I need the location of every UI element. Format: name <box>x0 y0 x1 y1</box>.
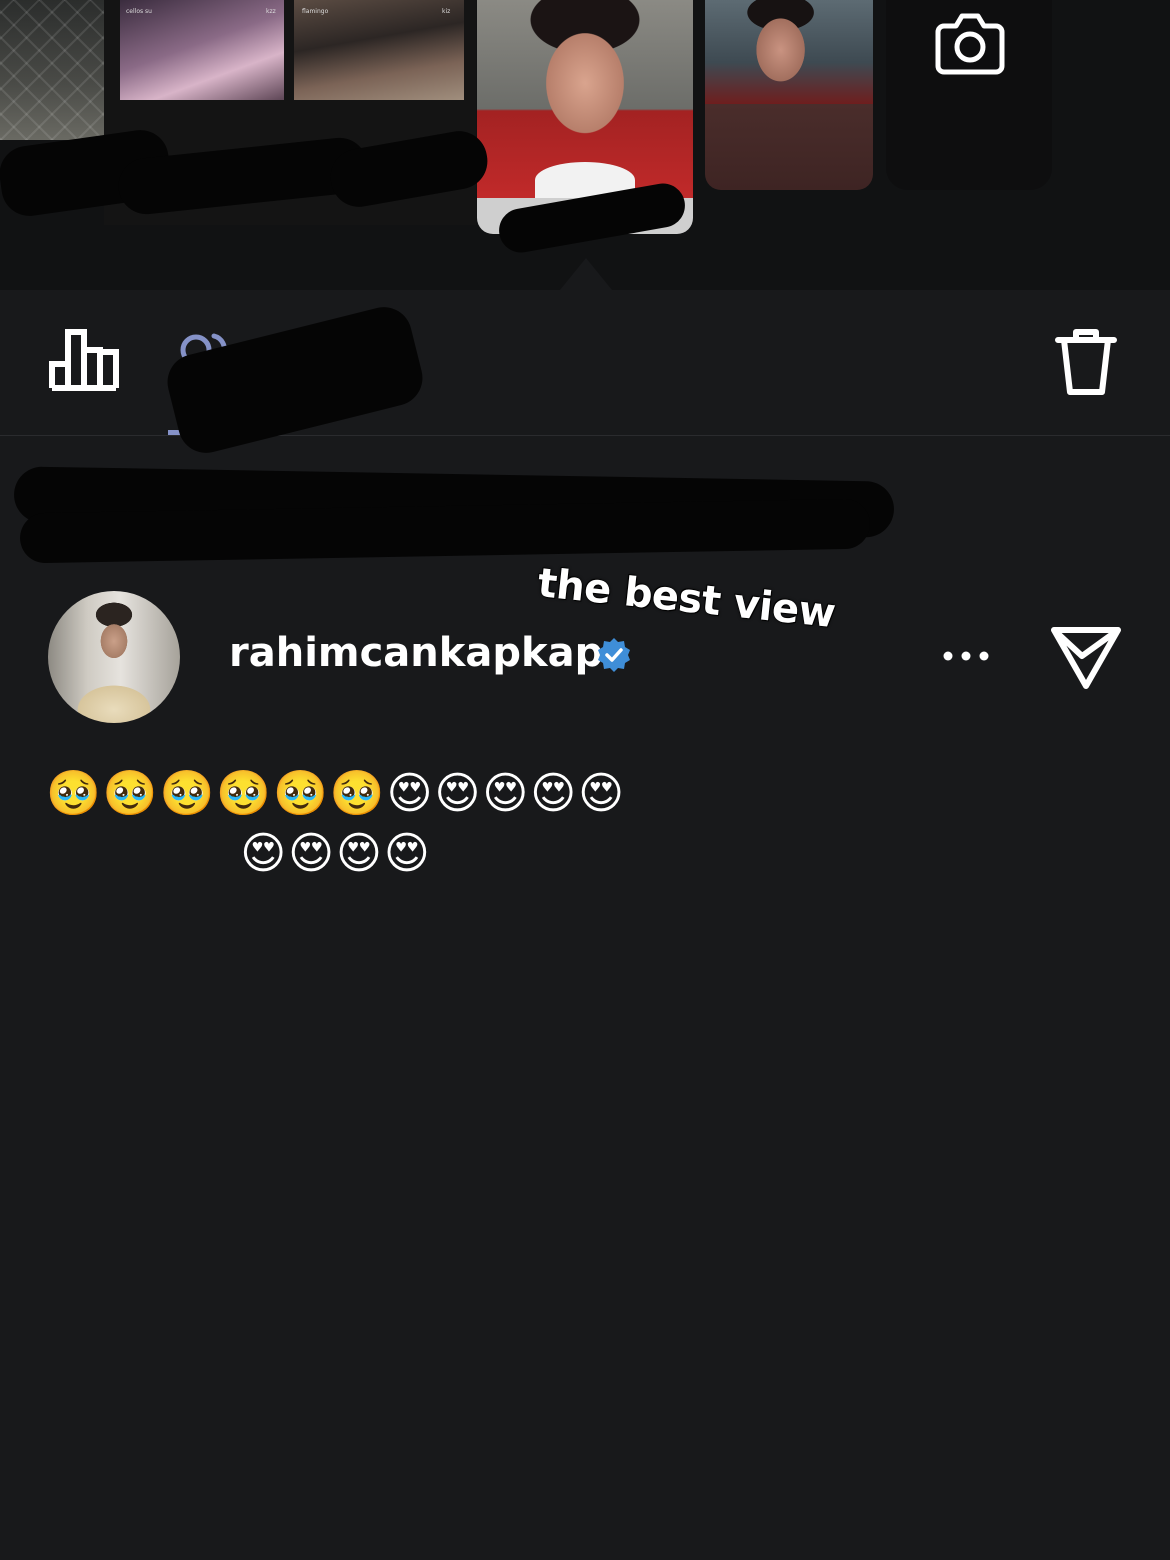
story-thumbnail-fence[interactable] <box>0 0 104 140</box>
add-story-camera-button[interactable] <box>886 0 1052 190</box>
collage-tag: kzz <box>266 8 276 15</box>
portrait-photo-2 <box>705 0 873 104</box>
collage-tag: cellos su <box>126 8 152 15</box>
camera-icon <box>935 13 1005 75</box>
trash-icon[interactable] <box>1054 326 1118 398</box>
collage-card: flamingo kiz <box>294 0 464 100</box>
tray-pointer <box>560 258 612 290</box>
collage-card: cellos su kzz <box>120 0 284 100</box>
verified-badge-icon <box>598 638 630 672</box>
redaction-mark <box>161 301 429 459</box>
avatar[interactable] <box>48 591 180 723</box>
reply-comment: 🥹🥹🥹🥹🥹🥹😍😍😍😍😍😍😍😍😍 <box>45 768 627 879</box>
bar-chart-icon[interactable] <box>48 328 120 392</box>
reply-username[interactable]: rahimcankapkap <box>229 630 603 676</box>
story-caption: the best view <box>535 560 838 638</box>
story-action-bar <box>0 290 1170 459</box>
send-icon[interactable] <box>1050 624 1122 690</box>
collage-tag: flamingo <box>302 8 329 15</box>
story-thumbnail-portrait[interactable] <box>705 0 873 190</box>
story-viewer-screen: cellos su kzz flamingo kiz the best view… <box>0 0 1170 1560</box>
collage-tag: kiz <box>442 8 451 15</box>
more-options-icon[interactable] <box>942 644 990 668</box>
story-tray: cellos su kzz flamingo kiz <box>0 0 1170 290</box>
